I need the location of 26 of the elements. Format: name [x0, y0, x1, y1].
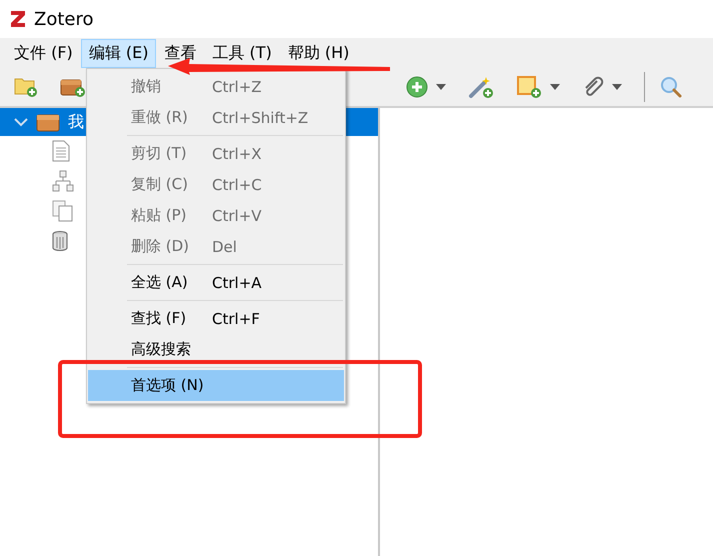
magic-wand-icon[interactable] [468, 75, 494, 99]
document-icon [52, 140, 70, 162]
dropdown-caret-icon[interactable] [612, 84, 622, 90]
folder-plus-icon[interactable] [14, 76, 38, 98]
menu-item[interactable]: 文件 (F) [6, 38, 81, 68]
hierarchy-icon [52, 170, 74, 192]
note-plus-icon[interactable] [516, 75, 542, 99]
menu-item[interactable]: 查看 [156, 38, 204, 68]
dropdown-caret-icon[interactable] [436, 84, 446, 90]
menu-item[interactable]: 编辑 (E) [80, 38, 156, 68]
tree-label: 我 [68, 112, 84, 132]
plus-circle-icon[interactable] [406, 76, 428, 98]
menu-item[interactable]: 帮助 (H) [280, 38, 358, 68]
menu-option[interactable]: 全选 (A) Ctrl+A [88, 267, 344, 298]
menu-option[interactable]: 首选项 (N) [88, 370, 344, 401]
menu-item[interactable]: 工具 (T) [204, 38, 280, 68]
box-icon [36, 112, 60, 132]
app-logo-icon [10, 10, 26, 28]
chevron-down-icon[interactable] [14, 117, 28, 127]
search-icon[interactable] [659, 75, 683, 99]
menu-option[interactable]: 查找 (F) Ctrl+F [88, 303, 344, 334]
dropdown-caret-icon[interactable] [550, 84, 560, 90]
trash-icon [52, 231, 68, 251]
window-title: Zotero [34, 8, 94, 30]
copies-icon [52, 200, 74, 222]
menu-option[interactable]: 高级搜索 [88, 334, 344, 365]
